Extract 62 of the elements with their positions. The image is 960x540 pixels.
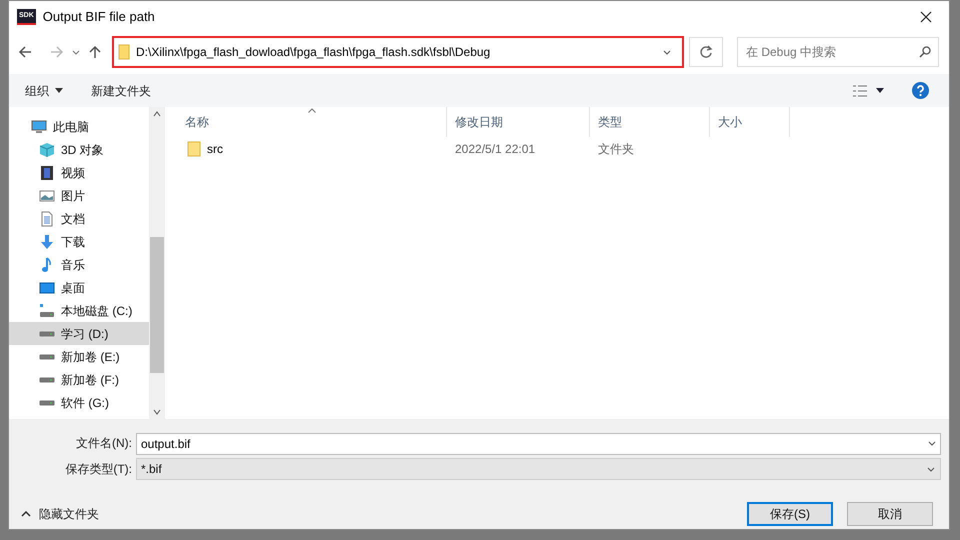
field-label: 保存类型(T): xyxy=(64,461,133,478)
column-header[interactable]: 大小 xyxy=(710,107,790,137)
drive-icon xyxy=(39,400,55,406)
column-header[interactable]: 修改日期 xyxy=(447,107,590,137)
document-icon xyxy=(39,210,55,226)
file-type: 文件夹 xyxy=(598,142,634,156)
address-field[interactable]: D:\Xilinx\fpga_flash_dowload\fpga_flash\fpga_flash.sdk\fsbl\Debug xyxy=(113,37,683,67)
sidebar-item[interactable]: 学习 (D:) xyxy=(9,322,149,345)
sidebar-item[interactable]: 图片 xyxy=(9,184,149,207)
drive-icon xyxy=(39,376,55,382)
window-title: Output BIF file path xyxy=(42,8,155,26)
dialog-button[interactable]: 取消 xyxy=(847,502,933,526)
caret-icon[interactable] xyxy=(876,88,884,93)
new-folder-button[interactable]: 新建文件夹 xyxy=(91,82,151,100)
sidebar-item[interactable]: 桌面 xyxy=(9,276,149,299)
drive-icon xyxy=(39,330,55,336)
sidebar-item[interactable]: 软件 (G:) xyxy=(9,391,149,414)
down-arrow-icon xyxy=(39,234,55,250)
up-arrow-icon[interactable] xyxy=(87,44,103,60)
picture-icon xyxy=(39,188,55,204)
folder-icon xyxy=(187,141,201,157)
back-arrow-icon[interactable] xyxy=(17,44,33,60)
refresh-button[interactable] xyxy=(689,37,723,67)
file-name[interactable]: src xyxy=(207,140,223,158)
film-icon xyxy=(39,164,55,180)
help-icon[interactable] xyxy=(912,82,929,99)
organize-menu[interactable]: 组织 xyxy=(25,82,63,100)
drive-icon xyxy=(39,354,55,360)
sidebar-item[interactable]: 3D 对象 xyxy=(9,138,149,161)
sidebar-item[interactable]: 视频 xyxy=(9,161,149,184)
sidebar-item[interactable]: 新加卷 (E:) xyxy=(9,345,149,368)
sidebar-item[interactable]: 下载 xyxy=(9,230,149,253)
sidebar-item[interactable]: 文档 xyxy=(9,207,149,230)
refresh-icon xyxy=(699,45,713,59)
computer-icon xyxy=(31,118,47,134)
hide-folders-toggle[interactable]: 隐藏文件夹 xyxy=(17,505,99,523)
filename-field[interactable]: output.bif xyxy=(136,433,941,455)
search-field[interactable]: 在 Debug 中搜索 xyxy=(737,37,939,67)
sidebar-item[interactable]: 音乐 xyxy=(9,253,149,276)
close-icon xyxy=(920,11,932,23)
chevron-up-icon xyxy=(153,111,161,117)
caret-icon xyxy=(55,88,63,93)
view-options-icon[interactable] xyxy=(852,84,868,98)
drive-icon xyxy=(39,302,55,318)
desktop-icon xyxy=(39,280,55,296)
search-icon xyxy=(919,46,931,58)
scrollbar-thumb[interactable] xyxy=(150,237,164,373)
column-header[interactable]: 类型 xyxy=(590,107,710,137)
scrollbar[interactable] xyxy=(149,107,165,419)
column-header[interactable]: 名称 xyxy=(177,107,447,137)
filetype-dropdown[interactable]: *.bif xyxy=(136,458,941,480)
modified-date: 2022/5/1 22:01 xyxy=(455,142,536,156)
sidebar-item[interactable]: 新加卷 (F:) xyxy=(9,368,149,391)
field-label: 文件名(N): xyxy=(75,435,133,452)
dialog-button[interactable]: 保存(S) xyxy=(747,502,833,526)
sidebar-item[interactable]: 本地磁盘 (C:) xyxy=(9,299,149,322)
sidebar-item[interactable]: 此电脑 xyxy=(9,115,149,138)
cube-icon xyxy=(39,142,55,158)
chevron-down-icon xyxy=(153,409,161,415)
path-text: D:\Xilinx\fpga_flash_dowload\fpga_flash\fpga_flash.sdk\fsbl\Debug xyxy=(136,44,490,61)
folder-icon xyxy=(118,44,130,60)
chevron-up-icon xyxy=(21,511,31,517)
